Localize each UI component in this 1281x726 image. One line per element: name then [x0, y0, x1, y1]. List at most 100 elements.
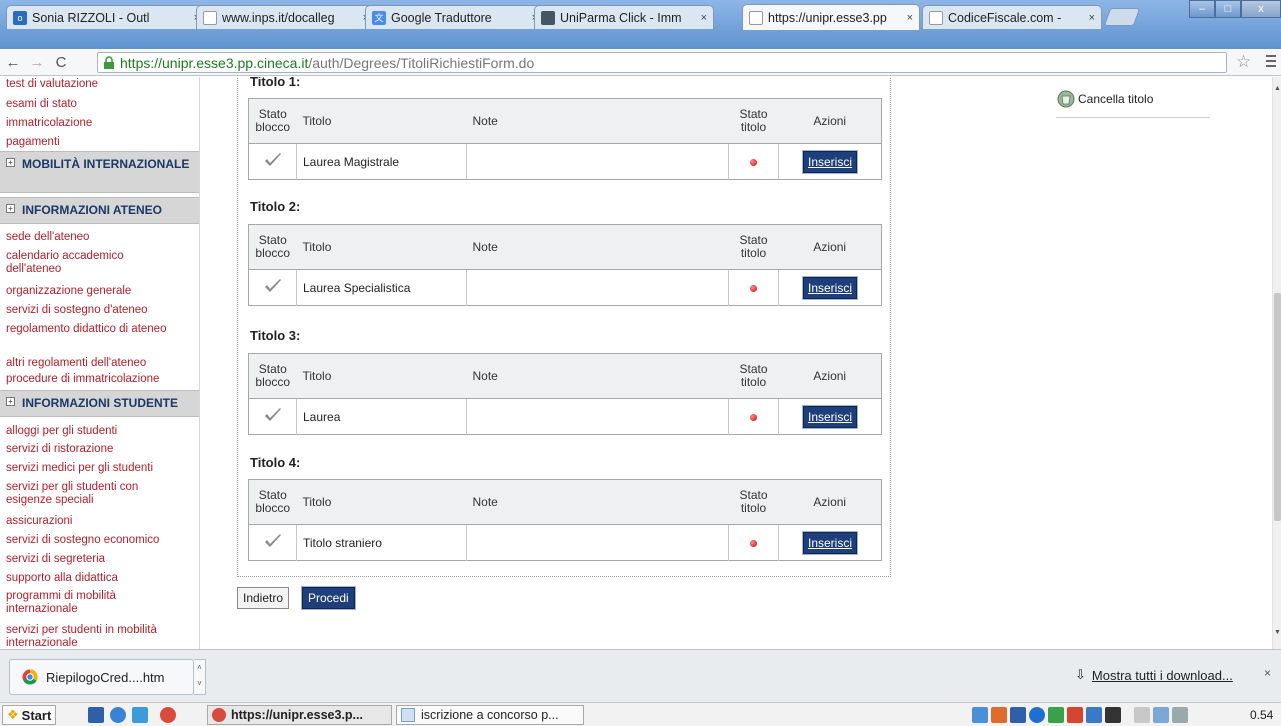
bluetooth-icon[interactable]: [1029, 707, 1045, 723]
window-close-icon[interactable]: x: [1241, 0, 1281, 18]
tab-title: Google Traduttore: [391, 10, 492, 25]
sidebar-link[interactable]: altri regolamenti dell'ateneo: [6, 357, 196, 370]
browser-toolbar: ← → C https://unipr.esse3.pp.cineca.it/a…: [0, 49, 1281, 76]
inserisci-button[interactable]: Inserisci: [801, 530, 859, 555]
inserisci-button[interactable]: Inserisci: [801, 404, 859, 429]
red-status-dot-icon: [750, 284, 757, 292]
taskbar-chrome-window[interactable]: https://unipr.esse3.p...: [207, 705, 392, 725]
show-all-downloads[interactable]: ⇩ Mostra tutti i download...: [1075, 667, 1233, 683]
page-icon: [929, 10, 943, 25]
vertical-scrollbar[interactable]: ▲ ▼: [1272, 77, 1281, 649]
taskbar-clock[interactable]: 0.54: [1250, 708, 1273, 722]
table-header-row: Stato blocco Titolo Note Stato titolo Az…: [248, 479, 882, 525]
sidebar-link[interactable]: servizi di sostegno d'ateneo: [6, 304, 196, 317]
tab-unipr-active[interactable]: https://unipr.esse3.pp ×: [742, 4, 920, 30]
tray-app-icon[interactable]: [1105, 707, 1121, 723]
action-center-icon[interactable]: [1134, 707, 1150, 723]
sidebar-section-ateneo[interactable]: + INFORMAZIONI ATENEO: [0, 197, 199, 224]
scroll-up-icon[interactable]: ▲: [1274, 85, 1281, 92]
volume-icon[interactable]: [1172, 707, 1188, 723]
titolo-heading: Titolo 4:: [250, 455, 301, 470]
titolo-note: [466, 398, 729, 435]
tab-google-translate[interactable]: 文 Google Traduttore ×: [365, 5, 545, 29]
sidebar-link[interactable]: servizi medici per gli studenti: [6, 462, 196, 475]
close-icon[interactable]: ×: [907, 12, 913, 24]
sidebar-link[interactable]: alloggi per gli studenti: [6, 425, 196, 438]
expand-icon: +: [6, 397, 15, 406]
menu-icon[interactable]: [1266, 55, 1276, 70]
col-note: Note: [466, 224, 729, 270]
tray-app-icon[interactable]: [1086, 707, 1102, 723]
tray-app-icon[interactable]: [1048, 707, 1064, 723]
sidebar-section-mobilita[interactable]: + MOBILITÀ INTERNAZIONALE: [0, 151, 199, 193]
maximize-icon[interactable]: □: [1215, 0, 1241, 18]
stato-titolo-cell: [728, 398, 779, 435]
sidebar-link[interactable]: assicurazioni: [6, 515, 196, 528]
sidebar-link[interactable]: programmi di mobilità internazionale: [6, 590, 166, 616]
titolo-table-3: Stato blocco Titolo Note Stato titolo Az…: [248, 353, 882, 435]
tab-codicefiscale[interactable]: CodiceFiscale.com - ×: [922, 5, 1102, 29]
minimize-icon[interactable]: –: [1189, 0, 1215, 18]
inserisci-button[interactable]: Inserisci: [801, 149, 859, 174]
security-icon[interactable]: [991, 707, 1007, 723]
system-tray: [972, 705, 1191, 725]
tab-inps[interactable]: www.inps.it/docalleg ×: [196, 5, 376, 29]
taskbar-word-window[interactable]: iscrizione a concorso p...: [396, 705, 584, 725]
display-icon[interactable]: [1153, 707, 1169, 723]
document-icon: [401, 708, 415, 722]
show-desktop-icon[interactable]: [88, 707, 104, 723]
sidebar-link[interactable]: sede dell'ateneo: [6, 231, 196, 244]
tray-app-icon[interactable]: [1067, 707, 1083, 723]
close-icon[interactable]: ×: [701, 12, 707, 24]
sidebar-link[interactable]: servizi di ristorazione: [6, 443, 196, 456]
scroll-down-icon[interactable]: ▼: [1274, 629, 1281, 636]
back-arrow-icon[interactable]: ←: [2, 51, 24, 73]
sidebar-link[interactable]: organizzazione generale: [6, 285, 196, 298]
table-row: Titolo straniero Inserisci: [248, 524, 882, 561]
titolo-heading-partial: Titolo 1:: [250, 77, 301, 89]
sidebar-link[interactable]: esami di stato: [6, 98, 196, 111]
outlook-icon[interactable]: [132, 707, 148, 723]
inserisci-button[interactable]: Inserisci: [801, 275, 859, 300]
sidebar-link[interactable]: servizi per gli studenti con esigenze sp…: [6, 481, 176, 507]
sidebar-link[interactable]: servizi per studenti in mobilità interna…: [6, 624, 196, 649]
reload-icon[interactable]: C: [50, 51, 72, 73]
sidebar-link[interactable]: procedure di immatricolazione: [6, 373, 196, 386]
start-button[interactable]: ❖ Start: [2, 705, 57, 725]
sidebar-link[interactable]: immatricolazione: [6, 117, 196, 130]
chrome-icon[interactable]: [160, 707, 176, 723]
download-menu-arrow-icon[interactable]: ˄ ˅: [194, 659, 206, 695]
sidebar-link[interactable]: test di valutazione: [6, 78, 196, 91]
indietro-button[interactable]: Indietro: [237, 587, 290, 609]
tab-title: UniParma Click - Imm: [560, 10, 682, 25]
close-icon[interactable]: ×: [1089, 12, 1095, 24]
network-icon[interactable]: [972, 707, 988, 723]
tab-outlook[interactable]: o Sonia RIZZOLI - Outl ×: [6, 5, 207, 29]
close-download-bar-icon[interactable]: ×: [1264, 666, 1271, 680]
azioni-cell: Inserisci: [779, 525, 882, 561]
sidebar-link[interactable]: regolamento didattico di ateneo: [6, 323, 171, 336]
tab-title: https://unipr.esse3.pp: [768, 10, 887, 25]
new-tab-button[interactable]: [1103, 8, 1141, 26]
procedi-button[interactable]: Procedi: [301, 586, 356, 610]
forward-arrow-icon[interactable]: →: [26, 51, 48, 73]
titolo-heading: Titolo 2:: [250, 199, 301, 214]
sidebar-link[interactable]: pagamenti: [6, 136, 196, 149]
sidebar-link[interactable]: calendario accademico dell'ateneo: [6, 250, 166, 276]
download-item[interactable]: RiepilogoCred....htm: [9, 659, 194, 695]
tab-uniparma[interactable]: UniParma Click - Imm ×: [534, 5, 714, 29]
sidebar-section-studente[interactable]: + INFORMAZIONI STUDENTE: [0, 390, 199, 417]
internet-explorer-icon[interactable]: [110, 707, 126, 723]
legend-cancella-titolo: Cancella titolo: [1056, 89, 1210, 118]
show-all-downloads-link[interactable]: Mostra tutti i download...: [1092, 668, 1233, 683]
sidebar-link[interactable]: servizi di segreteria: [6, 553, 196, 566]
sidebar-link[interactable]: servizi di sostegno economico: [6, 534, 196, 547]
sidebar-link[interactable]: supporto alla didattica: [6, 572, 196, 585]
table-row: Laurea Magistrale Inserisci: [248, 143, 882, 180]
tray-app-icon[interactable]: [1010, 707, 1026, 723]
scrollbar-thumb[interactable]: [1274, 293, 1281, 521]
stato-titolo-cell: [728, 524, 779, 561]
download-arrow-icon: ⇩: [1075, 667, 1086, 682]
bookmark-star-icon[interactable]: ☆: [1236, 52, 1251, 72]
address-bar[interactable]: https://unipr.esse3.pp.cineca.it/auth/De…: [97, 52, 1227, 73]
